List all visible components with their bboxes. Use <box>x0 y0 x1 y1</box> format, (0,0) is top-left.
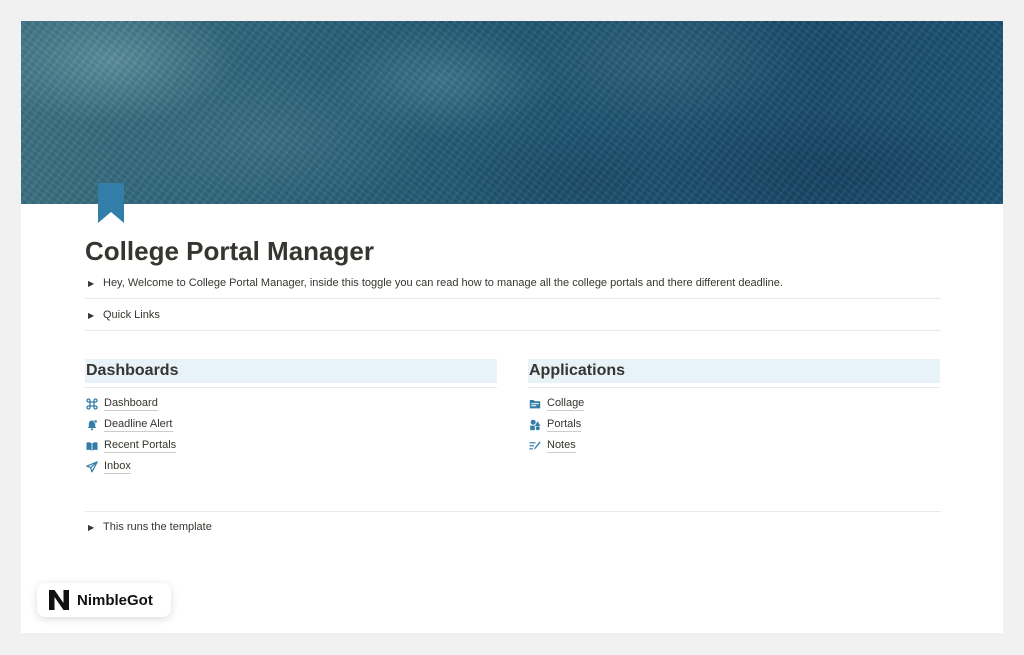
link-recent-portals[interactable]: Recent Portals <box>85 435 497 456</box>
link-label: Notes <box>547 438 576 453</box>
bookmark-icon[interactable] <box>97 183 125 223</box>
applications-list: Collage Portals Notes <box>528 393 940 456</box>
open-book-icon <box>86 440 98 452</box>
divider <box>85 330 941 331</box>
link-label: Inbox <box>104 459 131 474</box>
link-deadline-alert[interactable]: Deadline Alert <box>85 414 497 435</box>
link-portals[interactable]: Portals <box>528 414 940 435</box>
link-label: Dashboard <box>104 396 158 411</box>
quick-links-toggle-label: Quick Links <box>103 309 160 321</box>
toggle-arrow-icon[interactable]: ▶ <box>85 279 103 288</box>
notes-pencil-icon <box>529 440 541 452</box>
bell-alert-icon <box>86 419 98 431</box>
page-cover[interactable] <box>21 21 1003 204</box>
link-inbox[interactable]: Inbox <box>85 456 497 477</box>
link-label: Deadline Alert <box>104 417 173 432</box>
divider <box>85 298 941 299</box>
shapes-icon <box>529 419 541 431</box>
link-notes[interactable]: Notes <box>528 435 940 456</box>
template-toggle[interactable]: ▶ This runs the template <box>85 516 941 538</box>
paper-plane-icon <box>86 460 98 473</box>
link-dashboard[interactable]: Dashboard <box>85 393 497 414</box>
link-collage[interactable]: Collage <box>528 393 940 414</box>
dashboards-heading: Dashboards <box>85 359 497 383</box>
applications-heading: Applications <box>528 359 940 383</box>
dashboards-list: Dashboard Deadline Alert Recent Portals <box>85 393 497 477</box>
command-icon <box>86 397 98 410</box>
n-logo-icon <box>47 588 71 612</box>
dashboards-heading-text: Dashboards <box>86 362 179 379</box>
welcome-toggle-label: Hey, Welcome to College Portal Manager, … <box>103 277 783 289</box>
folder-icon <box>529 398 541 410</box>
divider <box>528 387 940 388</box>
applications-heading-text: Applications <box>529 362 626 379</box>
page-title[interactable]: College Portal Manager <box>85 236 374 267</box>
toggle-arrow-icon[interactable]: ▶ <box>85 523 103 532</box>
divider <box>85 511 941 512</box>
template-toggle-label: This runs the template <box>103 521 212 533</box>
welcome-toggle[interactable]: ▶ Hey, Welcome to College Portal Manager… <box>85 272 941 294</box>
link-label: Portals <box>547 417 582 432</box>
divider <box>85 387 497 388</box>
link-label: Recent Portals <box>104 438 177 453</box>
toggle-arrow-icon[interactable]: ▶ <box>85 311 103 320</box>
notion-page: College Portal Manager ▶ Hey, Welcome to… <box>21 21 1003 633</box>
quick-links-toggle[interactable]: ▶ Quick Links <box>85 304 941 326</box>
brand-badge[interactable]: NimbleGot <box>37 583 171 617</box>
link-label: Collage <box>547 396 585 411</box>
brand-name: NimbleGot <box>77 591 153 609</box>
